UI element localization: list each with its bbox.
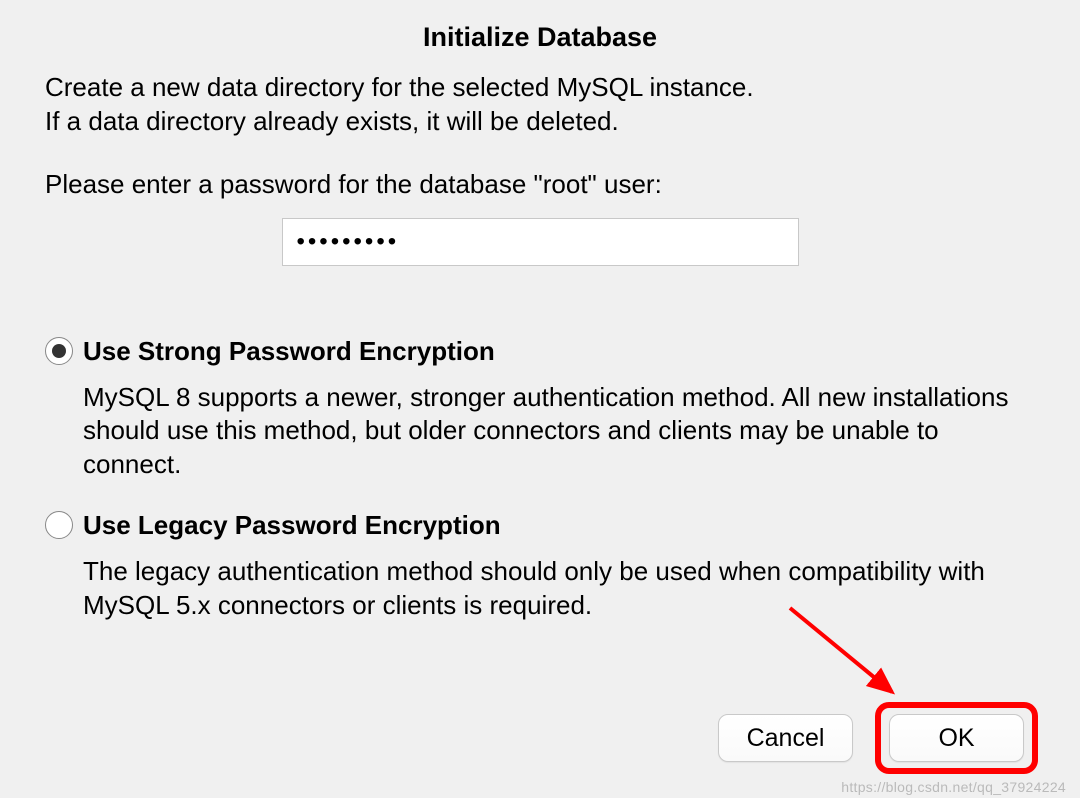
description-line-2: If a data directory already exists, it w… <box>45 106 619 136</box>
initialize-database-dialog: Initialize Database Create a new data di… <box>0 0 1080 683</box>
password-row <box>45 218 1035 266</box>
watermark-text: https://blog.csdn.net/qq_37924224 <box>841 779 1066 795</box>
option-header: Use Strong Password Encryption <box>45 336 1035 367</box>
dialog-footer: Cancel OK <box>718 702 1038 774</box>
root-password-input[interactable] <box>282 218 799 266</box>
ok-button[interactable]: OK <box>889 714 1024 762</box>
encryption-options: Use Strong Password Encryption MySQL 8 s… <box>45 336 1035 623</box>
option-legacy-encryption[interactable]: Use Legacy Password Encryption The legac… <box>45 510 1035 623</box>
description-line-1: Create a new data directory for the sele… <box>45 72 754 102</box>
radio-strong-encryption[interactable] <box>45 337 73 365</box>
dialog-description: Create a new data directory for the sele… <box>45 71 1035 139</box>
annotation-highlight-box: OK <box>875 702 1038 774</box>
option-legacy-description: The legacy authentication method should … <box>83 555 1035 623</box>
option-legacy-label: Use Legacy Password Encryption <box>83 510 501 541</box>
option-header: Use Legacy Password Encryption <box>45 510 1035 541</box>
option-strong-label: Use Strong Password Encryption <box>83 336 495 367</box>
cancel-button[interactable]: Cancel <box>718 714 853 762</box>
dialog-title: Initialize Database <box>45 22 1035 53</box>
password-prompt: Please enter a password for the database… <box>45 169 1035 200</box>
option-strong-encryption[interactable]: Use Strong Password Encryption MySQL 8 s… <box>45 336 1035 482</box>
radio-legacy-encryption[interactable] <box>45 511 73 539</box>
option-strong-description: MySQL 8 supports a newer, stronger authe… <box>83 381 1035 482</box>
